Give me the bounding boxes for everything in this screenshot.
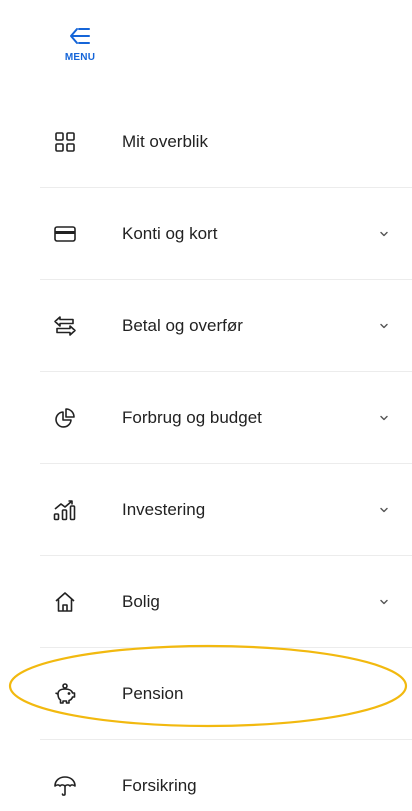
nav-item-label: Investering <box>122 499 206 519</box>
nav-item-konti-og-kort[interactable]: Konti og kort <box>40 188 412 280</box>
nav-item-label: Forsikring <box>122 776 197 795</box>
nav-item-label: Bolig <box>122 591 160 611</box>
nav-item-betal-og-overfor[interactable]: Betal og overfør <box>40 280 412 372</box>
nav-item-mit-overblik[interactable]: Mit overblik <box>40 96 412 188</box>
chevron-down-icon[interactable] <box>378 596 390 608</box>
pie-chart-icon <box>52 405 78 431</box>
dashboard-grid-icon <box>52 129 78 155</box>
nav-item-label: Pension <box>122 683 184 703</box>
piggy-bank-icon <box>52 681 78 707</box>
nav-item-forbrug-og-budget[interactable]: Forbrug og budget <box>40 372 412 464</box>
menu-label: MENU <box>64 52 96 63</box>
chevron-down-icon[interactable] <box>378 504 390 516</box>
umbrella-icon <box>52 773 78 799</box>
nav-item-label: Mit overblik <box>122 131 208 151</box>
main-navigation: Mit overblik Konti og kort Betal og over… <box>40 96 412 811</box>
menu-close-button[interactable]: MENU <box>58 26 102 82</box>
chevron-down-icon[interactable] <box>378 320 390 332</box>
menu-page: MENU Mit overblik Konti og kort Betal og… <box>0 0 412 811</box>
chevron-down-icon[interactable] <box>378 228 390 240</box>
growth-chart-icon <box>52 497 78 523</box>
nav-item-label: Forbrug og budget <box>122 407 262 427</box>
nav-item-label: Konti og kort <box>122 223 218 243</box>
nav-item-bolig[interactable]: Bolig <box>40 556 412 648</box>
nav-item-investering[interactable]: Investering <box>40 464 412 556</box>
nav-item-label: Betal og overfør <box>122 315 243 335</box>
credit-card-icon <box>52 221 78 247</box>
house-icon <box>52 589 78 615</box>
transfer-arrows-icon <box>52 313 78 339</box>
nav-item-pension[interactable]: Pension <box>40 648 412 740</box>
nav-item-forsikring[interactable]: Forsikring <box>40 740 412 811</box>
chevron-down-icon[interactable] <box>378 412 390 424</box>
arrow-left-menu-icon <box>70 28 90 44</box>
